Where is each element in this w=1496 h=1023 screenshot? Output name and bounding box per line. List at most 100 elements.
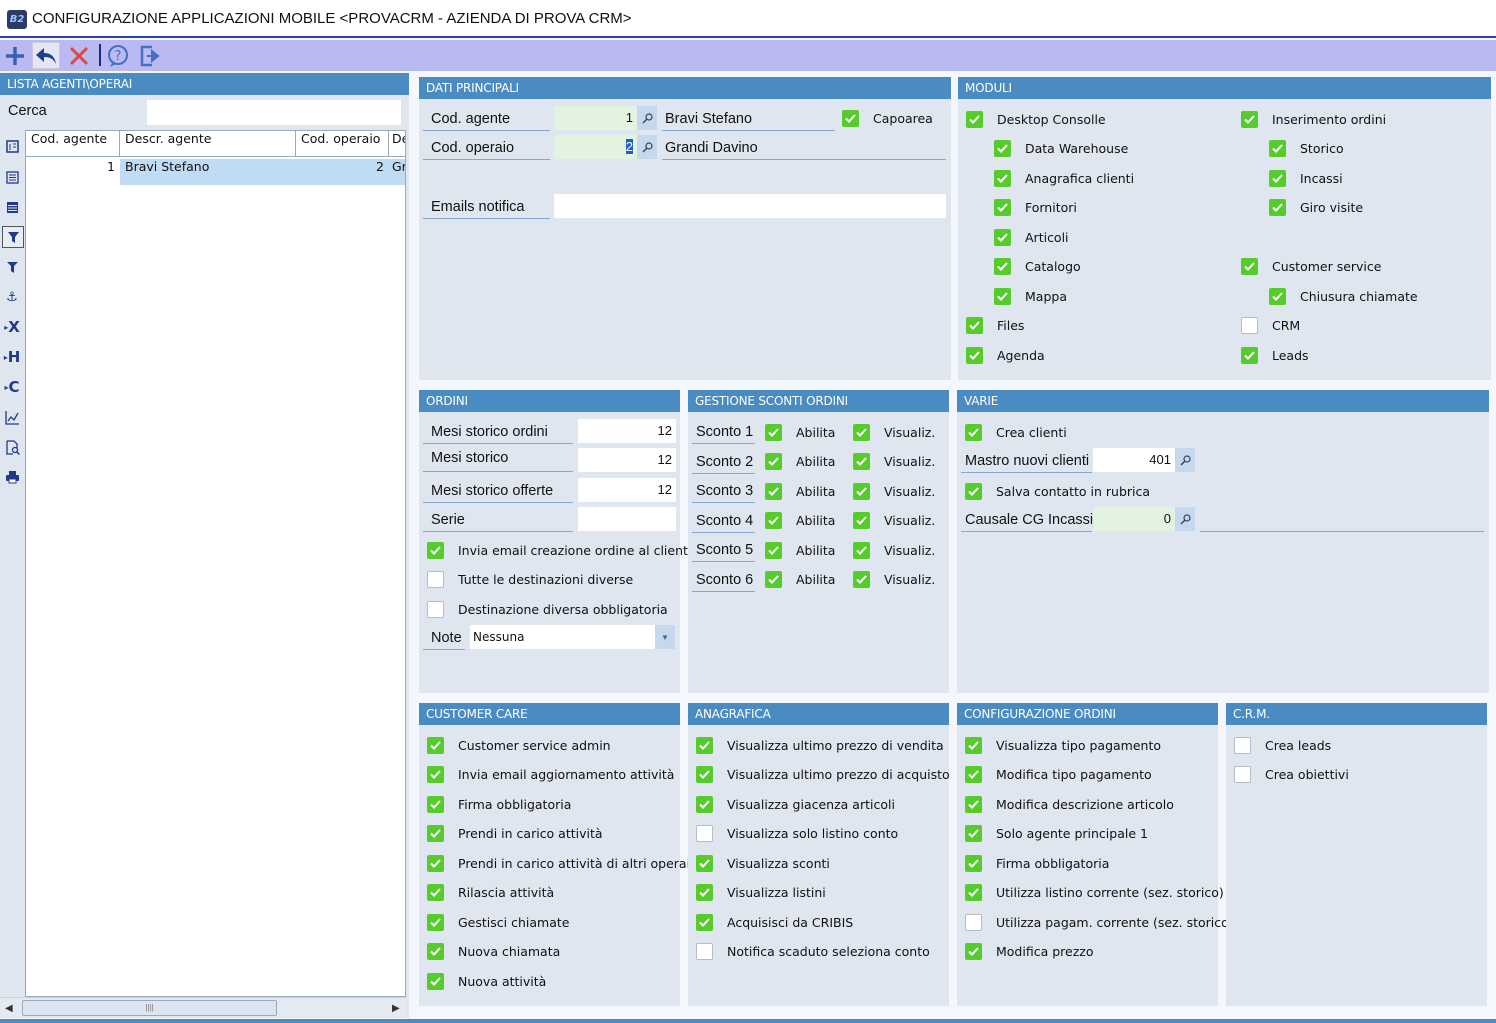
new-button[interactable] [1, 42, 29, 69]
chiusura-chiamate-checkbox[interactable]: Chiusura chiamate [1269, 285, 1418, 307]
column-header-cod-agente[interactable]: Cod. agente [26, 131, 120, 157]
salva-contatto-checkbox[interactable]: Salva contatto in rubrica [965, 480, 1150, 502]
unchecked-box-icon[interactable] [696, 943, 713, 960]
checked-box-icon[interactable] [1241, 110, 1258, 128]
scroll-thumb[interactable]: |||| [22, 1000, 277, 1016]
checked-box-icon[interactable] [765, 482, 782, 500]
cod-agente-search-button[interactable] [637, 106, 657, 130]
checked-box-icon[interactable] [853, 453, 870, 470]
preview-button[interactable] [0, 436, 24, 458]
sconto-visualiz-checkbox[interactable]: Visualiz. [853, 451, 935, 473]
mappa-checkbox[interactable]: Mappa [994, 285, 1067, 307]
delete-button[interactable] [65, 42, 93, 69]
checked-box-icon[interactable] [1241, 346, 1258, 364]
checked-box-icon[interactable] [965, 884, 982, 901]
checkbox-item[interactable]: Utilizza pagam. corrente (sez. storico) [965, 911, 1234, 933]
unchecked-box-icon[interactable] [696, 825, 713, 842]
sconto-abilita-checkbox[interactable]: Abilita [765, 569, 835, 591]
checked-box-icon[interactable] [427, 825, 444, 842]
agenda-checkbox[interactable]: Agenda [966, 344, 1045, 366]
checked-box-icon[interactable] [696, 766, 713, 783]
data-warehouse-checkbox[interactable]: Data Warehouse [994, 137, 1128, 159]
incassi-checkbox[interactable]: Incassi [1269, 167, 1343, 189]
sconto-abilita-checkbox[interactable]: Abilita [765, 539, 835, 561]
column-header-descr-agente[interactable]: Descr. agente [120, 131, 296, 157]
giro-visite-checkbox[interactable]: Giro visite [1269, 196, 1363, 218]
checkbox-item[interactable]: Visualizza tipo pagamento [965, 734, 1161, 756]
column-header-cod-operaio[interactable]: Cod. operaio [296, 131, 389, 157]
checked-box-icon[interactable] [427, 541, 444, 559]
invia-email-ordine-checkbox[interactable]: Invia email creazione ordine al cliente [427, 539, 696, 561]
checkbox-item[interactable]: Modifica descrizione articolo [965, 793, 1174, 815]
checked-box-icon[interactable] [1269, 169, 1286, 187]
crm-checkbox[interactable]: CRM [1241, 314, 1300, 336]
emails-notifica-input[interactable] [554, 194, 946, 218]
help-button[interactable]: ? [104, 42, 132, 69]
cod-operaio-input[interactable]: 2 [554, 135, 637, 159]
scroll-left-arrow[interactable]: ◀ [5, 1003, 13, 1014]
checked-box-icon[interactable] [965, 854, 982, 872]
checked-box-icon[interactable] [696, 736, 713, 754]
desktop-consolle-checkbox[interactable]: Desktop Consolle [966, 108, 1106, 130]
unchecked-box-icon[interactable] [427, 600, 444, 618]
capoarea-checkbox[interactable]: Capoarea [842, 107, 933, 129]
crea-clienti-checkbox[interactable]: Crea clienti [965, 421, 1067, 443]
mesi-storico-offerte-input[interactable]: 12 [578, 478, 676, 502]
checked-box-icon[interactable] [994, 228, 1011, 246]
anchor-button[interactable]: ⚓ [0, 286, 24, 308]
checked-box-icon[interactable] [427, 795, 444, 813]
checkbox-item[interactable]: Customer service admin [427, 734, 611, 756]
sconto-abilita-checkbox[interactable]: Abilita [765, 510, 835, 532]
horizontal-scrollbar[interactable]: ◀ |||| ▶ [0, 997, 406, 1017]
checkbox-item[interactable]: Visualizza ultimo prezzo di acquisto [696, 764, 950, 786]
unchecked-box-icon[interactable] [1241, 316, 1258, 334]
checkbox-item[interactable]: Rilascia attività [427, 882, 554, 904]
catalogo-checkbox[interactable]: Catalogo [994, 255, 1081, 277]
checkbox-item[interactable]: Gestisci chiamate [427, 911, 569, 933]
checked-box-icon[interactable] [1269, 287, 1286, 305]
exit-button[interactable] [136, 42, 164, 69]
checked-box-icon[interactable] [965, 825, 982, 842]
filter-button[interactable] [2, 226, 24, 248]
note-dropdown-button[interactable]: ▼ [655, 625, 675, 649]
checked-box-icon[interactable] [765, 571, 782, 588]
text-filter-button[interactable] [0, 256, 24, 278]
sconto-visualiz-checkbox[interactable]: Visualiz. [853, 421, 935, 443]
checked-box-icon[interactable] [965, 766, 982, 783]
tutte-destinazioni-checkbox[interactable]: Tutte le destinazioni diverse [427, 568, 633, 590]
chart-button[interactable] [0, 406, 24, 428]
checked-box-icon[interactable] [994, 139, 1011, 157]
checkbox-item[interactable]: Visualizza ultimo prezzo di vendita [696, 734, 944, 756]
mastro-input[interactable]: 401 [1093, 448, 1175, 472]
checkbox-item[interactable]: Crea leads [1234, 734, 1331, 756]
print-button[interactable] [0, 466, 24, 488]
checked-box-icon[interactable] [765, 541, 782, 559]
checked-box-icon[interactable] [696, 884, 713, 901]
checkbox-item[interactable]: Firma obbligatoria [965, 852, 1109, 874]
checked-box-icon[interactable] [427, 943, 444, 960]
checked-box-icon[interactable] [765, 453, 782, 470]
cod-operaio-search-button[interactable] [637, 135, 657, 159]
checked-box-icon[interactable] [853, 571, 870, 588]
export-html-button[interactable]: ▸ H [0, 346, 24, 368]
note-select[interactable]: Nessuna [470, 625, 655, 649]
checkbox-item[interactable]: Visualizza giacenza articoli [696, 793, 895, 815]
export-excel-button[interactable]: ▸ X [0, 316, 24, 338]
checkbox-item[interactable]: Utilizza listino corrente (sez. storico) [965, 882, 1224, 904]
sconto-visualiz-checkbox[interactable]: Visualiz. [853, 510, 935, 532]
checked-box-icon[interactable] [696, 795, 713, 813]
files-checkbox[interactable]: Files [966, 314, 1024, 336]
mastro-search-button[interactable] [1175, 448, 1195, 472]
checkbox-item[interactable]: Nuova attività [427, 970, 546, 992]
unchecked-box-icon[interactable] [1234, 736, 1251, 754]
checked-box-icon[interactable] [842, 109, 859, 127]
fornitori-checkbox[interactable]: Fornitori [994, 196, 1077, 218]
destinazione-obbligatoria-checkbox[interactable]: Destinazione diversa obbligatoria [427, 598, 668, 620]
customer-service-checkbox[interactable]: Customer service [1241, 255, 1381, 277]
checkbox-item[interactable]: Prendi in carico attività [427, 823, 603, 845]
sconto-abilita-checkbox[interactable]: Abilita [765, 480, 835, 502]
checkbox-item[interactable]: Visualizza listini [696, 882, 826, 904]
checked-box-icon[interactable] [1269, 198, 1286, 216]
leads-checkbox[interactable]: Leads [1241, 344, 1309, 366]
checked-box-icon[interactable] [765, 423, 782, 441]
